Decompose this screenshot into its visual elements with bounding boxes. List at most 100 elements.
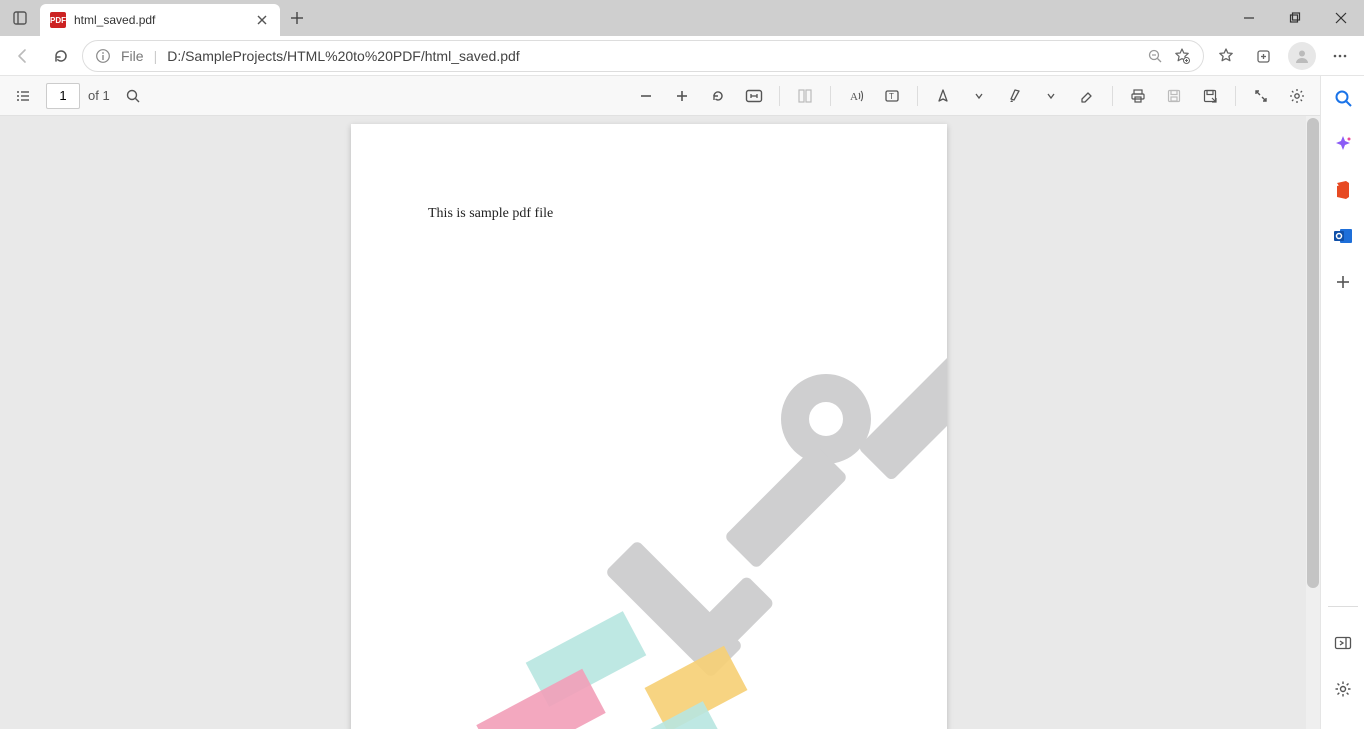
sidebar-search-button[interactable] — [1329, 84, 1357, 112]
pdf-toolbar-right: A T — [631, 81, 1312, 111]
highlight-button[interactable] — [1000, 81, 1030, 111]
fit-page-button[interactable] — [739, 81, 769, 111]
favorite-button[interactable] — [1173, 47, 1191, 65]
refresh-icon — [52, 47, 70, 65]
document-text: This is sample pdf file — [428, 206, 553, 222]
print-button[interactable] — [1123, 81, 1153, 111]
separator — [1235, 86, 1236, 106]
fullscreen-button[interactable] — [1246, 81, 1276, 111]
more-icon — [1331, 47, 1349, 65]
url-scheme: File — [121, 48, 144, 64]
url-path: D:/SampleProjects/HTML%20to%20PDF/html_s… — [167, 48, 1137, 64]
sidebar-divider — [1328, 606, 1358, 607]
page-total-label: of 1 — [88, 88, 110, 103]
contents-button[interactable] — [8, 81, 38, 111]
close-tab-button[interactable] — [254, 12, 270, 28]
separator — [779, 86, 780, 106]
separator — [917, 86, 918, 106]
tab-actions-button[interactable] — [0, 0, 40, 36]
eraser-icon — [1079, 88, 1095, 104]
save-button[interactable] — [1159, 81, 1189, 111]
fit-page-icon — [745, 89, 763, 103]
refresh-button[interactable] — [44, 40, 78, 72]
plus-icon — [674, 88, 690, 104]
minus-icon — [638, 88, 654, 104]
panel-collapse-icon — [1334, 636, 1352, 650]
maximize-icon — [1289, 12, 1301, 24]
omnibox[interactable]: File | D:/SampleProjects/HTML%20to%20PDF… — [82, 40, 1204, 72]
content-column: of 1 A T — [0, 76, 1320, 729]
watermark-shape — [724, 445, 848, 569]
page-number-input[interactable] — [46, 83, 80, 109]
save-as-button[interactable] — [1195, 81, 1225, 111]
url-separator: | — [154, 48, 158, 64]
back-button[interactable] — [6, 40, 40, 72]
pdf-toolbar: of 1 A T — [0, 76, 1320, 116]
rotate-button[interactable] — [703, 81, 733, 111]
plus-icon — [290, 11, 304, 25]
pdf-viewer[interactable]: This is sample pdf file — [0, 116, 1320, 729]
titlebar: PDF html_saved.pdf — [0, 0, 1364, 36]
sidebar-outlook-button[interactable] — [1329, 222, 1357, 250]
zoom-in-button[interactable] — [667, 81, 697, 111]
draw-dropdown[interactable] — [964, 81, 994, 111]
read-aloud-button[interactable]: A — [841, 81, 871, 111]
browser-tab[interactable]: PDF html_saved.pdf — [40, 4, 280, 36]
star-add-icon — [1173, 47, 1191, 65]
zoom-reset-button[interactable] — [1147, 48, 1163, 64]
rotate-icon — [710, 88, 726, 104]
scrollbar-track[interactable] — [1306, 116, 1320, 729]
sidebar-copilot-button[interactable] — [1329, 130, 1357, 158]
draw-button[interactable] — [928, 81, 958, 111]
maximize-button[interactable] — [1272, 0, 1318, 36]
zoom-lens-icon — [1147, 48, 1163, 64]
outlook-icon — [1333, 227, 1353, 245]
page-view-button[interactable] — [790, 81, 820, 111]
person-icon — [1293, 47, 1311, 65]
watermark-shape — [857, 334, 947, 481]
profile-button[interactable] — [1284, 40, 1320, 72]
gear-icon — [1334, 680, 1352, 698]
office-icon — [1334, 180, 1352, 200]
tab-title: html_saved.pdf — [74, 13, 246, 27]
erase-button[interactable] — [1072, 81, 1102, 111]
window-controls — [1226, 0, 1364, 36]
arrow-left-icon — [14, 47, 32, 65]
add-text-button[interactable]: T — [877, 81, 907, 111]
sidebar-office-button[interactable] — [1329, 176, 1357, 204]
pdf-page: This is sample pdf file — [351, 124, 947, 729]
close-icon — [1335, 12, 1347, 24]
zoom-out-button[interactable] — [631, 81, 661, 111]
sparkle-icon — [1333, 134, 1353, 154]
minimize-button[interactable] — [1226, 0, 1272, 36]
plus-icon — [1335, 274, 1351, 290]
save-icon — [1166, 88, 1182, 104]
text-box-icon: T — [884, 88, 900, 104]
favorites-button[interactable] — [1208, 40, 1244, 72]
address-bar: File | D:/SampleProjects/HTML%20to%20PDF… — [0, 36, 1364, 76]
highlighter-icon — [1007, 88, 1023, 104]
scrollbar-thumb[interactable] — [1307, 118, 1319, 588]
search-icon — [125, 88, 141, 104]
sidebar-add-button[interactable] — [1329, 268, 1357, 296]
edge-sidebar — [1320, 76, 1364, 729]
window-close-button[interactable] — [1318, 0, 1364, 36]
app-menu-button[interactable] — [1322, 40, 1358, 72]
chevron-down-icon — [1046, 91, 1056, 101]
find-button[interactable] — [118, 81, 148, 111]
close-icon — [257, 15, 267, 25]
highlight-dropdown[interactable] — [1036, 81, 1066, 111]
minimize-icon — [1243, 12, 1255, 24]
site-info-icon[interactable] — [95, 48, 111, 64]
new-tab-button[interactable] — [280, 0, 314, 36]
separator — [1112, 86, 1113, 106]
svg-text:A: A — [850, 91, 858, 103]
save-as-icon — [1202, 88, 1218, 104]
sidebar-settings-button[interactable] — [1329, 675, 1357, 703]
pdf-settings-button[interactable] — [1282, 81, 1312, 111]
gear-icon — [1289, 88, 1305, 104]
collections-button[interactable] — [1246, 40, 1282, 72]
svg-text:T: T — [889, 92, 894, 101]
separator — [830, 86, 831, 106]
sidebar-collapse-button[interactable] — [1329, 629, 1357, 657]
